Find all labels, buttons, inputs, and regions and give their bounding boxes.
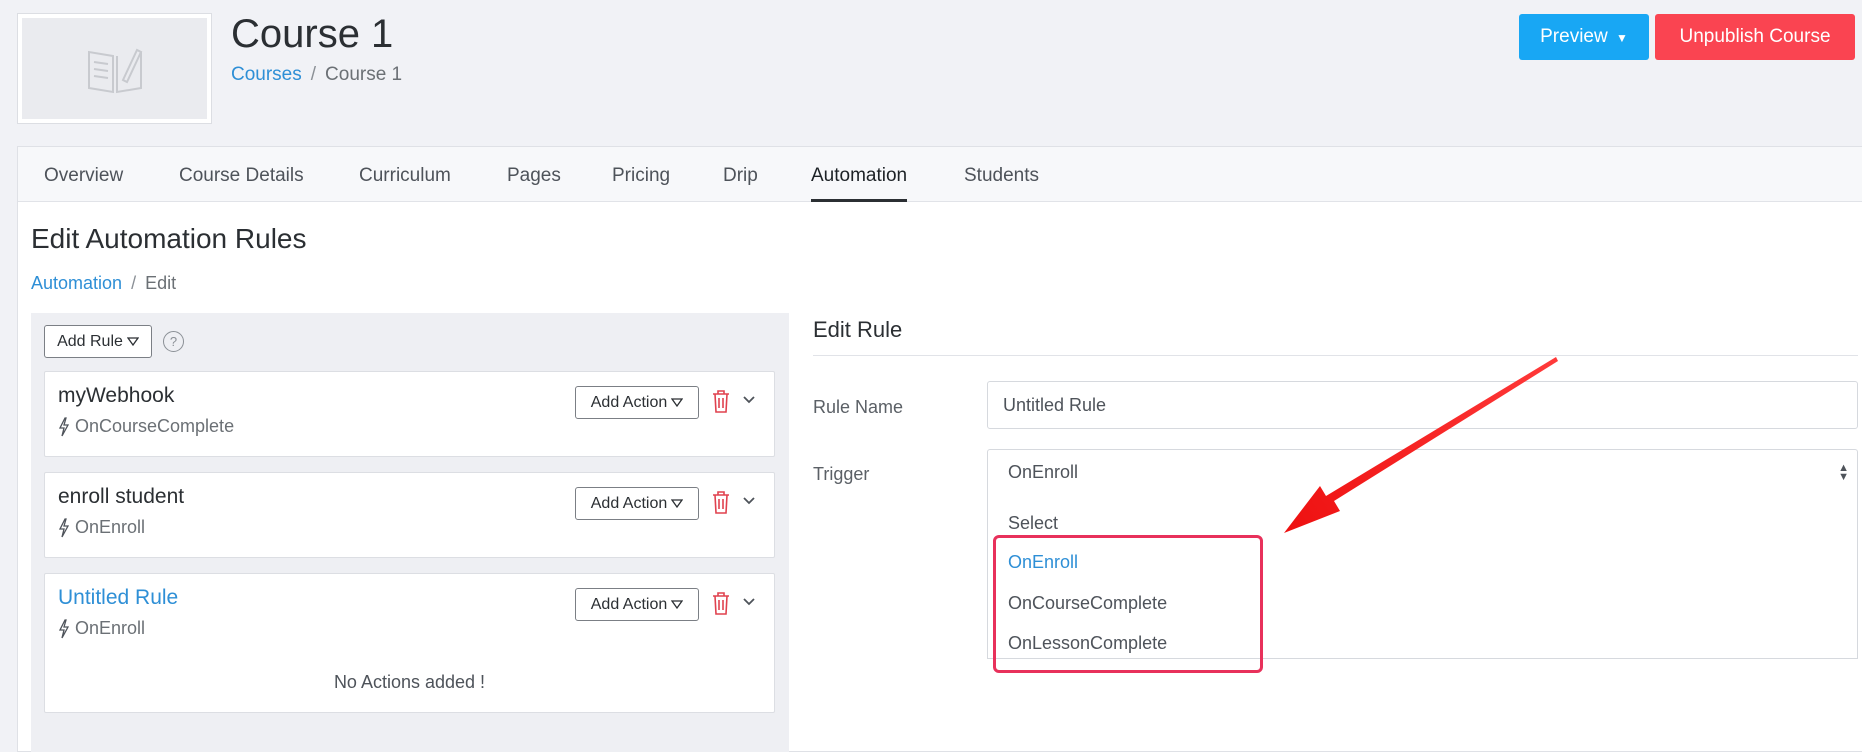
rule-trigger: OnEnroll — [58, 517, 145, 538]
add-rule-button[interactable]: Add Rule — [44, 325, 152, 358]
annotation-highlight-box — [993, 535, 1263, 673]
breadcrumb-courses-link[interactable]: Courses — [231, 64, 302, 85]
lightning-icon — [58, 517, 69, 537]
tab-course-details[interactable]: Course Details — [179, 165, 304, 202]
rule-name-input[interactable]: Untitled Rule — [987, 381, 1858, 429]
chevron-down-icon[interactable] — [741, 493, 757, 509]
preview-button[interactable]: Preview ▼ — [1519, 14, 1649, 60]
add-action-label: Add Action — [590, 595, 668, 613]
tab-drip[interactable]: Drip — [723, 165, 758, 202]
rule-name[interactable]: Untitled Rule — [58, 586, 178, 610]
rule-name[interactable]: myWebhook — [58, 384, 174, 408]
trash-icon[interactable] — [710, 489, 732, 515]
page-title: Edit Automation Rules — [31, 223, 307, 254]
add-action-label: Add Action — [590, 494, 668, 512]
book-edit-icon — [87, 48, 142, 93]
rules-list-panel: Add Rule ? myWebhook OnCourseComplete Ad… — [31, 313, 789, 752]
breadcrumb-current: Edit — [145, 273, 177, 293]
rule-name[interactable]: enroll student — [58, 485, 184, 509]
course-thumbnail[interactable] — [17, 13, 212, 124]
trigger-select[interactable]: OnEnroll ▲ ▼ — [987, 449, 1858, 495]
course-panel: Overview Course Details Curriculum Pages… — [17, 146, 1862, 752]
add-action-button[interactable]: Add Action — [575, 588, 699, 621]
course-title: Course 1 — [231, 12, 394, 56]
no-actions-message: No Actions added ! — [333, 672, 486, 692]
rule-trigger: OnEnroll — [58, 618, 145, 639]
caret-down-icon — [671, 398, 684, 407]
chevron-down-icon[interactable] — [741, 392, 757, 408]
trigger-option-select[interactable]: Select — [1008, 513, 1058, 534]
trash-icon[interactable] — [710, 388, 732, 414]
course-header: Course 1 Courses / Course 1 Preview ▼ Unpu… — [0, 0, 1862, 140]
rule-name-label: Rule Name — [813, 397, 904, 417]
unpublish-course-button[interactable]: Unpublish Course — [1655, 14, 1855, 60]
trigger-label: Trigger — [813, 464, 870, 484]
tab-pricing[interactable]: Pricing — [612, 165, 670, 202]
rule-card[interactable]: myWebhook OnCourseComplete Add Action — [44, 371, 775, 457]
add-action-button[interactable]: Add Action — [575, 386, 699, 419]
automation-breadcrumb: Automation / Edit — [31, 273, 176, 294]
rule-trigger-label: OnEnroll — [75, 618, 146, 638]
select-arrows-icon: ▲ ▼ — [1838, 462, 1849, 483]
trigger-select-value: OnEnroll — [1008, 462, 1079, 482]
preview-label: Preview — [1540, 26, 1608, 47]
divider — [813, 355, 1858, 356]
breadcrumb: Courses / Course 1 — [231, 64, 402, 86]
edit-rule-title: Edit Rule — [813, 317, 903, 342]
add-rule-label: Add Rule — [57, 332, 123, 350]
chevron-down-icon[interactable] — [741, 594, 757, 610]
add-action-label: Add Action — [590, 393, 668, 411]
rule-trigger-label: OnEnroll — [75, 517, 146, 537]
rule-card[interactable]: enroll student OnEnroll Add Action — [44, 472, 775, 558]
rule-trigger-label: OnCourseComplete — [75, 416, 235, 436]
tab-pages[interactable]: Pages — [507, 165, 561, 202]
caret-down-icon — [671, 600, 684, 609]
trash-icon[interactable] — [710, 590, 732, 616]
tab-curriculum[interactable]: Curriculum — [359, 165, 451, 202]
tab-automation[interactable]: Automation — [811, 165, 908, 202]
caret-down-icon: ▼ — [1615, 31, 1628, 45]
caret-down-icon — [671, 499, 684, 508]
rule-trigger: OnCourseComplete — [58, 416, 234, 437]
breadcrumb-separator: / — [131, 273, 137, 293]
course-tabs: Overview Course Details Curriculum Pages… — [18, 147, 1862, 202]
breadcrumb-current: Course 1 — [325, 64, 403, 85]
lightning-icon — [58, 618, 69, 638]
add-action-button[interactable]: Add Action — [575, 487, 699, 520]
breadcrumb-automation-link[interactable]: Automation — [31, 273, 122, 293]
caret-down-icon — [126, 337, 139, 346]
tab-overview[interactable]: Overview — [44, 165, 123, 202]
rule-card[interactable]: Untitled Rule OnEnroll Add Action No Act… — [44, 573, 775, 713]
help-icon[interactable]: ? — [163, 331, 184, 352]
breadcrumb-separator: / — [310, 64, 317, 85]
tab-students[interactable]: Students — [964, 165, 1039, 202]
lightning-icon — [58, 416, 69, 436]
